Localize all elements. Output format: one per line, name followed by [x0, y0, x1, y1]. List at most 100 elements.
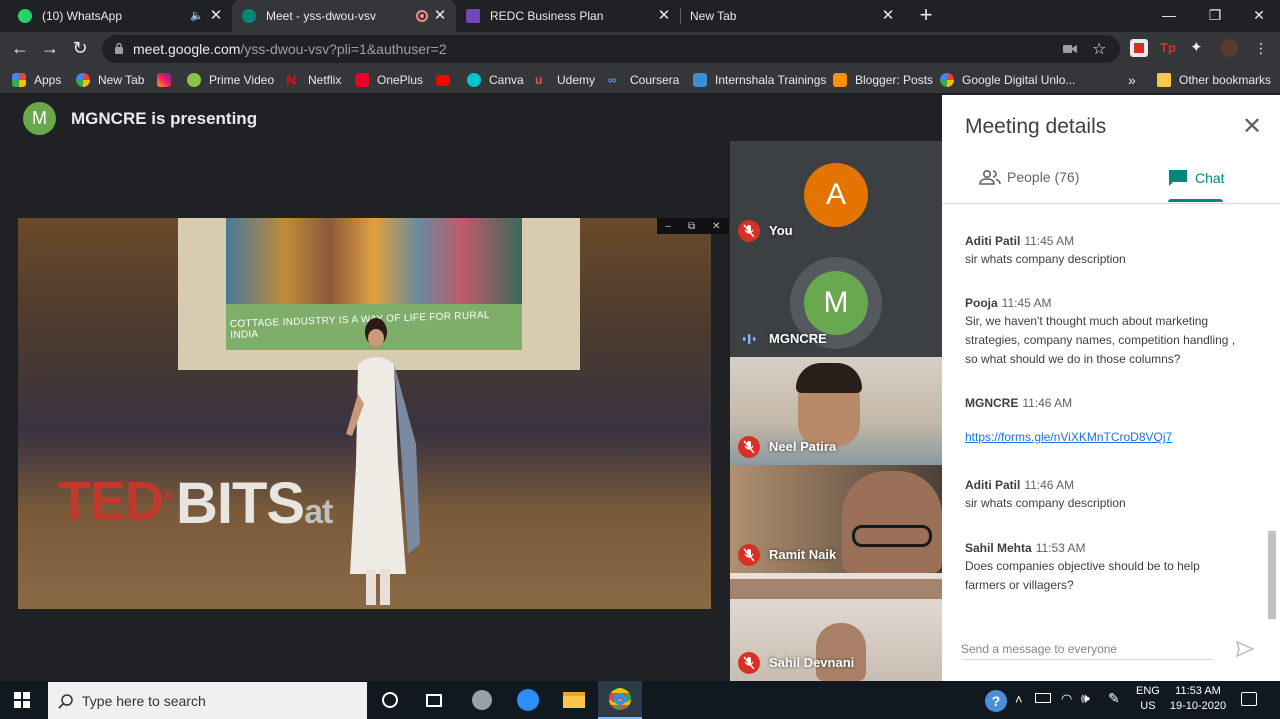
clock[interactable]: 11:53 AM 19-10-2020 [1168, 685, 1228, 712]
bookmark-apps[interactable]: Apps [12, 71, 61, 89]
bits-logo: BITSat [176, 471, 333, 536]
tab-meet[interactable]: Meet - yss-dwou-vsv ✕ [232, 0, 456, 32]
message-time: 11:46 AM [1024, 478, 1075, 492]
bookmark-other-bookmarks[interactable]: Other bookmarks [1157, 71, 1271, 89]
reload-button[interactable]: ↻ [68, 37, 92, 61]
participant-tile-you[interactable]: A You [730, 141, 942, 249]
chevron-up-icon[interactable]: ˄ [1015, 692, 1023, 707]
zoom-app-icon[interactable] [506, 681, 550, 719]
tab-redc-business-plan[interactable]: REDC Business Plan ✕ [456, 0, 681, 32]
tab-new-tab[interactable]: New Tab ✕ [680, 0, 904, 32]
profile-avatar[interactable] [1220, 39, 1238, 57]
language-indicator[interactable]: ENG US [1136, 685, 1160, 712]
bookmark-instagram[interactable] [157, 71, 179, 89]
bookmark-star-icon[interactable]: ☆ [1092, 39, 1106, 59]
google-icon [940, 73, 954, 87]
taskbar-search-box[interactable]: Type here to search [48, 682, 367, 719]
presenting-label: MGNCRE is presenting [71, 109, 258, 128]
bookmark-youtube[interactable] [436, 71, 458, 89]
url-path: /yss-dwou-vsv?pli=1&authuser=2 [240, 41, 447, 57]
taskbar-app-icon[interactable] [460, 681, 504, 719]
tab-title: Meet - yss-dwou-vsv [266, 9, 377, 23]
participant-tile-sahil-devnani[interactable]: Sahil Devnani [730, 573, 942, 681]
bookmark-blogger[interactable]: Blogger: Posts [833, 71, 933, 89]
bookmark-udemy[interactable]: u Udemy [535, 71, 595, 89]
wifi-icon[interactable]: ◠ [1061, 691, 1072, 707]
popout-icon[interactable]: ⧉ [688, 221, 695, 232]
new-tab-button[interactable]: + [914, 4, 938, 28]
file-explorer-icon[interactable] [552, 681, 596, 719]
message-link[interactable]: https://forms.gle/nViXKMnTCroD8VQj7 [965, 430, 1172, 444]
chat-message: Aditi Patil 11:46 AM sir whats company de… [965, 478, 1255, 513]
chrome-taskbar-icon[interactable] [598, 681, 642, 719]
bookmark-new-tab[interactable]: New Tab [76, 71, 144, 89]
minimize-video-icon[interactable]: – [665, 221, 671, 232]
participant-video [816, 623, 866, 681]
notifications-icon[interactable] [1241, 692, 1257, 706]
chat-message: Aditi Patil 11:45 AM sir whats company de… [965, 234, 1255, 269]
presenter-avatar: M [23, 102, 56, 135]
cortana-icon[interactable] [368, 681, 412, 719]
volume-icon[interactable]: 🕪 [1081, 690, 1090, 707]
close-tab-icon[interactable]: ✕ [208, 8, 224, 24]
participant-tile-ramit-naik[interactable]: Ramit Naik [730, 465, 942, 573]
message-time: 11:46 AM [1022, 396, 1073, 410]
close-tab-icon[interactable]: ✕ [880, 8, 896, 24]
camera-icon[interactable] [1063, 44, 1077, 54]
chat-input[interactable]: Send a message to everyone [961, 642, 1117, 656]
bookmark-label: Google Digital Unlo... [962, 73, 1076, 87]
audio-level-icon [743, 334, 756, 344]
bookmark-label: Udemy [557, 73, 596, 87]
menu-kebab-icon[interactable]: ⋮ [1252, 39, 1270, 57]
close-tab-icon[interactable]: ✕ [432, 8, 448, 24]
slide-photo-collage [226, 218, 522, 304]
apps-grid-icon [12, 73, 26, 87]
panel-title: Meeting details [965, 115, 1107, 138]
bookmark-oneplus[interactable]: OnePlus [355, 71, 423, 89]
pen-icon[interactable]: ✎ [1108, 690, 1120, 707]
participant-tile-mgncre[interactable]: M MGNCRE [730, 249, 942, 357]
windows-start-icon[interactable] [14, 692, 30, 708]
chevron-double-right-icon: » [1128, 72, 1136, 88]
oneplus-icon [355, 73, 369, 87]
bookmark-netflix[interactable]: N Netflix [286, 71, 341, 89]
chat-scrollbar[interactable] [1268, 531, 1276, 619]
tab-whatsapp[interactable]: (10) WhatsApp 🔈 ✕ [8, 0, 232, 32]
help-icon[interactable]: ? [985, 690, 1007, 712]
more-bookmarks-button[interactable]: » [1128, 71, 1136, 89]
send-icon[interactable] [1235, 639, 1255, 659]
minimize-button[interactable]: — [1146, 0, 1192, 32]
close-panel-button[interactable]: ✕ [1242, 115, 1262, 139]
presentation-video[interactable]: COTTAGE INDUSTRY IS A WAY OF LIFE FOR RU… [18, 218, 711, 609]
restore-button[interactable]: ❐ [1192, 0, 1238, 32]
bookmark-internshala[interactable]: Internshala Trainings [693, 71, 826, 89]
message-text: sir whats company description [965, 252, 1126, 266]
message-sender: Sahil Mehta [965, 541, 1032, 555]
internshala-icon [693, 73, 707, 87]
tab-chat[interactable]: Chat [1168, 169, 1225, 187]
testbook-extension-icon[interactable]: Tp [1160, 39, 1178, 57]
tab-title: (10) WhatsApp [42, 9, 123, 23]
bookmark-label: Coursera [630, 73, 680, 87]
bookmark-coursera[interactable]: ∞ Coursera [608, 71, 679, 89]
region-code: US [1140, 700, 1156, 712]
browser-toolbar: ← → ↻ meet.google.com/yss-dwou-vsv?pli=1… [0, 32, 1280, 66]
close-window-button[interactable]: ✕ [1236, 0, 1280, 32]
tab-people[interactable]: People (76) [979, 169, 1079, 185]
back-button[interactable]: ← [8, 37, 32, 61]
participant-tile-neel-patira[interactable]: Neel Patira [730, 357, 942, 465]
task-view-icon[interactable] [412, 681, 456, 719]
battery-icon[interactable] [1035, 693, 1051, 703]
extension-icon[interactable] [1130, 39, 1148, 57]
bookmark-prime-video[interactable]: Prime Video [187, 71, 274, 89]
close-tab-icon[interactable]: ✕ [656, 8, 672, 24]
puzzle-extensions-icon[interactable]: ✦ [1190, 39, 1208, 57]
address-bar[interactable]: meet.google.com/yss-dwou-vsv?pli=1&authu… [102, 35, 1120, 63]
search-icon [58, 694, 73, 709]
close-video-icon[interactable]: ✕ [712, 221, 720, 232]
bookmark-google-digital[interactable]: Google Digital Unlo... [940, 71, 1075, 89]
forward-button[interactable]: → [38, 37, 62, 61]
bookmark-canva[interactable]: Canva [467, 71, 524, 89]
speaker-icon[interactable]: 🔈 [190, 9, 204, 22]
message-sender: Aditi Patil [965, 478, 1021, 492]
